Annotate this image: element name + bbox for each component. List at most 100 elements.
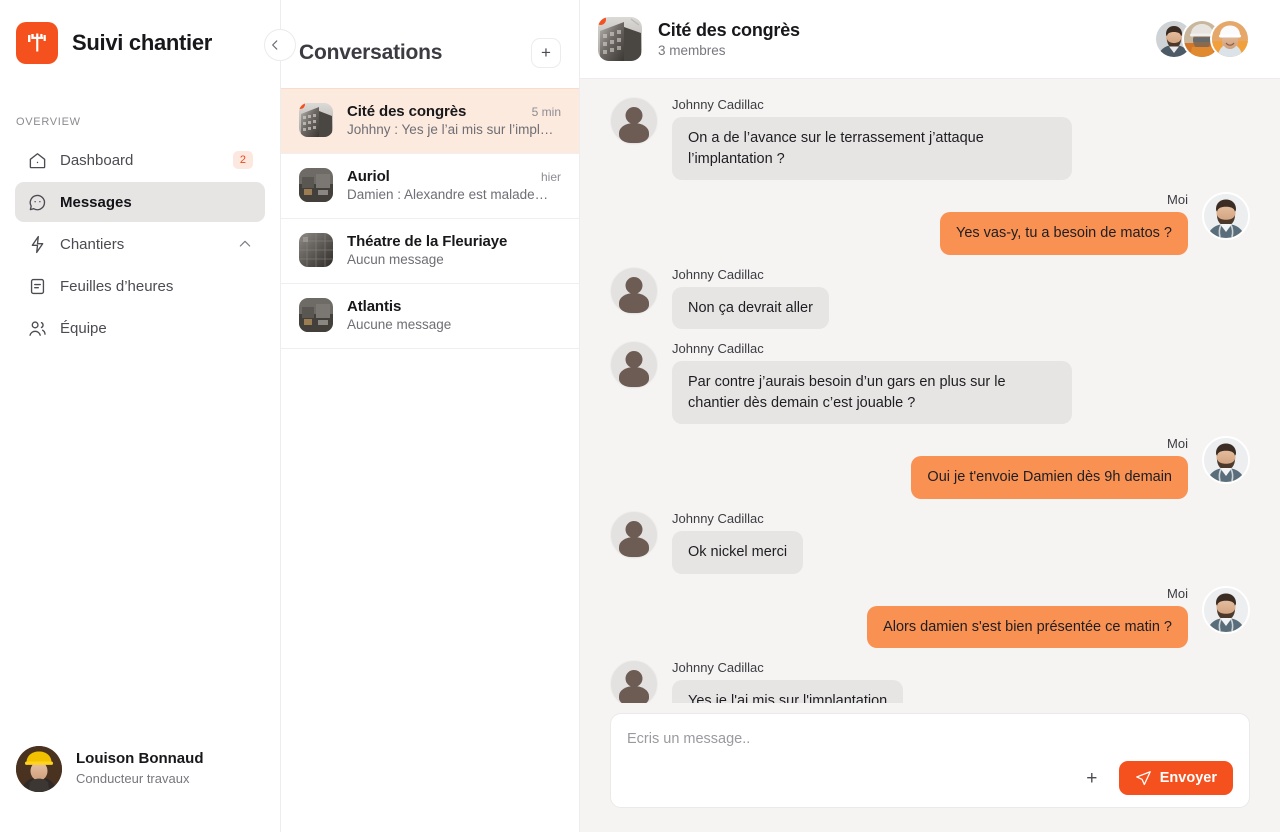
message-author: Moi bbox=[1167, 585, 1188, 601]
message-author: Johnny Cadillac bbox=[672, 660, 764, 676]
message-bubble: Yes vas-y, tu a besoin de matos ? bbox=[939, 212, 1188, 255]
avatar bbox=[16, 746, 62, 792]
message-row: Moi Alors damien s'est bien présentée ce… bbox=[610, 585, 1250, 649]
avatar bbox=[610, 97, 658, 145]
sidebar-item-chantiers[interactable]: Chantiers bbox=[15, 224, 265, 264]
chat-panel: Cité des congrès 3 membres Johnny Cadill… bbox=[580, 0, 1280, 832]
message-author: Johnny Cadillac bbox=[672, 511, 764, 527]
brand-title: Suivi chantier bbox=[72, 30, 213, 55]
conversation-preview: Johhny : Yes je l’ai mis sur l’impl… bbox=[347, 122, 554, 137]
sidebar-nav: Dashboard 2 Messages Chantiers Feuilles … bbox=[0, 140, 280, 348]
message-row: Johnny Cadillac On a de l’avance sur le … bbox=[610, 97, 1250, 181]
message-bubble: Yes je l'ai mis sur l'implantation bbox=[672, 680, 904, 703]
message-bubble: Non ça devrait aller bbox=[672, 286, 829, 330]
user-name: Louison Bonnaud bbox=[76, 749, 204, 767]
sidebar-item-label: Équipe bbox=[60, 319, 107, 337]
avatar bbox=[610, 341, 658, 390]
new-conversation-button[interactable]: + bbox=[531, 38, 561, 68]
conversation-time: 5 min bbox=[531, 105, 561, 119]
message-row: Johnny Cadillac Yes je l'ai mis sur l'im… bbox=[610, 660, 1250, 703]
sidebar-collapse-button[interactable] bbox=[264, 29, 296, 61]
page-title: Cité des congrès bbox=[658, 20, 800, 40]
conversation-body: Théatre de la Fleuriaye Aucun message bbox=[347, 233, 561, 267]
user-info: Louison Bonnaud Conducteur travaux bbox=[76, 750, 203, 788]
send-button-label: Envoyer bbox=[1159, 770, 1217, 786]
document-icon bbox=[27, 276, 47, 296]
plus-icon: + bbox=[1086, 767, 1098, 789]
conversation-item-cite-des-congres[interactable]: Cité des congrès 5 min Johhny : Yes je l… bbox=[281, 88, 579, 153]
brand: Suivi chantier bbox=[0, 0, 280, 64]
conversation-item-auriol[interactable]: Auriol hier Damien : Alexandre est malad… bbox=[281, 153, 579, 218]
message-bubble: Alors damien s'est bien présentée ce mat… bbox=[867, 605, 1188, 649]
message-author: Moi bbox=[1167, 192, 1188, 208]
composer-wrapper: + Envoyer bbox=[580, 703, 1280, 832]
avatar bbox=[610, 266, 658, 315]
conversation-preview: Damien : Alexandre est malade… bbox=[347, 187, 549, 202]
zap-icon bbox=[27, 234, 47, 254]
sidebar-item-dashboard[interactable]: Dashboard 2 bbox=[15, 140, 265, 180]
conversations-title: Conversations bbox=[299, 41, 443, 64]
conversation-body: Auriol hier Damien : Alexandre est malad… bbox=[347, 168, 561, 202]
message-row: Moi Oui je t'envoie Damien dès 9h demain bbox=[610, 436, 1250, 500]
conversation-time: hier bbox=[540, 170, 561, 184]
message-row: Johnny Cadillac Ok nickel merci bbox=[610, 511, 1250, 574]
conversation-name: Auriol bbox=[347, 168, 390, 185]
message-row: Moi Yes vas-y, tu a besoin de matos ? bbox=[610, 192, 1250, 255]
chevron-up-icon[interactable] bbox=[237, 236, 253, 252]
sidebar-item-feuilles-dheures[interactable]: Feuilles d’heures bbox=[15, 266, 265, 306]
send-button[interactable]: Envoyer bbox=[1118, 761, 1233, 795]
avatar bbox=[610, 660, 658, 703]
message-bubble: Ok nickel merci bbox=[672, 531, 804, 574]
sidebar-item-label: Feuilles d’heures bbox=[60, 277, 174, 295]
paper-plane-icon bbox=[1135, 770, 1152, 787]
chat-bubble-icon bbox=[27, 192, 47, 212]
message-list[interactable]: Johnny Cadillac On a de l’avance sur le … bbox=[580, 79, 1280, 703]
user-profile-card[interactable]: Louison Bonnaud Conducteur travaux bbox=[0, 746, 280, 832]
conversation-list: Cité des congrès 5 min Johhny : Yes je l… bbox=[281, 88, 579, 349]
conversation-list-end-divider bbox=[281, 348, 579, 349]
message-bubble: Oui je t'envoie Damien dès 9h demain bbox=[911, 456, 1188, 500]
users-icon bbox=[27, 318, 47, 338]
chat-title-block: Cité des congrès 3 membres bbox=[658, 20, 800, 58]
avatar[interactable] bbox=[1210, 19, 1250, 59]
plus-icon: + bbox=[541, 43, 551, 62]
message-composer[interactable]: + Envoyer bbox=[610, 713, 1250, 808]
app-root: Suivi chantier OVERVIEW Dashboard 2 Mess… bbox=[0, 0, 1280, 832]
conversation-body: Atlantis Aucune message bbox=[347, 298, 561, 332]
message-author: Johnny Cadillac bbox=[672, 341, 764, 357]
conversation-thumbnail bbox=[299, 233, 333, 267]
sidebar: Suivi chantier OVERVIEW Dashboard 2 Mess… bbox=[0, 0, 296, 832]
conversation-list-panel: Conversations + Cité des congrès 5 min J… bbox=[280, 0, 580, 832]
dashboard-badge: 2 bbox=[232, 151, 253, 169]
user-role: Conducteur travaux bbox=[76, 770, 190, 786]
conversation-item-atlantis[interactable]: Atlantis Aucune message bbox=[281, 283, 579, 348]
construction-crane-icon bbox=[16, 22, 58, 64]
sidebar-item-messages[interactable]: Messages bbox=[15, 182, 265, 222]
message-bubble: Par contre j’aurais besoin d’un gars en … bbox=[672, 361, 1072, 425]
avatar bbox=[610, 511, 658, 560]
message-author: Moi bbox=[1167, 436, 1188, 452]
conversation-thumbnail bbox=[299, 168, 333, 202]
chat-members-avatars[interactable] bbox=[1154, 19, 1250, 59]
nav-section-label: OVERVIEW bbox=[16, 116, 81, 128]
conversation-item-theatre-de-la-fleuriaye[interactable]: Théatre de la Fleuriaye Aucun message bbox=[281, 218, 579, 283]
message-author: Johnny Cadillac bbox=[672, 266, 764, 282]
avatar bbox=[1202, 585, 1250, 634]
avatar bbox=[1202, 192, 1250, 241]
conversation-preview: Aucun message bbox=[347, 252, 444, 267]
conversation-thumbnail bbox=[299, 103, 333, 137]
message-input[interactable] bbox=[627, 728, 1233, 750]
sidebar-item-equipe[interactable]: Équipe bbox=[15, 308, 265, 348]
conversation-preview: Aucune message bbox=[347, 317, 452, 332]
home-icon bbox=[27, 150, 47, 170]
conversation-body: Cité des congrès 5 min Johhny : Yes je l… bbox=[347, 103, 561, 137]
chat-header: Cité des congrès 3 membres bbox=[580, 0, 1280, 79]
message-row: Johnny Cadillac Non ça devrait aller bbox=[610, 266, 1250, 330]
conversation-name: Cité des congrès bbox=[347, 103, 467, 120]
chevron-left-icon bbox=[268, 38, 282, 52]
attach-button[interactable]: + bbox=[1081, 767, 1103, 789]
chat-thumbnail bbox=[598, 17, 642, 61]
message-author: Johnny Cadillac bbox=[672, 97, 764, 112]
sidebar-item-label: Dashboard bbox=[60, 151, 134, 169]
